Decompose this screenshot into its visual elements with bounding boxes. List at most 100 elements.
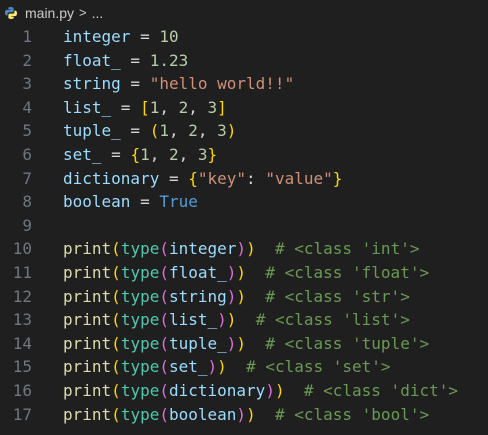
code-text: set_ = {1, 2, 3} bbox=[63, 143, 217, 167]
code-token: ( bbox=[159, 380, 169, 400]
code-text: print(type(integer)) # <class 'int'> bbox=[63, 237, 419, 261]
code-token: ) bbox=[226, 121, 237, 141]
code-token: ( bbox=[159, 357, 169, 377]
code-token: ) bbox=[236, 286, 247, 306]
code-token: integer bbox=[168, 239, 237, 259]
code-token: ( bbox=[111, 262, 121, 282]
code-token: ( bbox=[159, 262, 169, 282]
code-line[interactable]: 12 print(type(string)) # <class 'str'> bbox=[0, 285, 488, 309]
code-token: 10 bbox=[159, 27, 179, 46]
code-text: print(type(string)) # <class 'str'> bbox=[63, 285, 410, 309]
code-token: # <class 'int'> bbox=[255, 239, 420, 259]
code-token: dictionary bbox=[168, 380, 266, 400]
code-line[interactable]: 6 set_ = {1, 2, 3} bbox=[0, 143, 488, 167]
code-token: # <class 'list'> bbox=[236, 310, 410, 330]
code-line[interactable]: 15 print(type(set_)) # <class 'set'> bbox=[0, 355, 488, 379]
code-token: boolean bbox=[63, 192, 131, 212]
code-line[interactable]: 17 print(type(boolean)) # <class 'bool'> bbox=[0, 403, 488, 427]
code-token: ) bbox=[226, 333, 237, 353]
code-token: ) bbox=[236, 239, 247, 259]
code-token: , bbox=[168, 121, 189, 141]
line-number: 10 bbox=[12, 239, 32, 259]
code-token: 1 bbox=[149, 97, 160, 117]
code-token: ( bbox=[111, 357, 121, 377]
line-number: 12 bbox=[12, 286, 32, 306]
code-text: list_ = [1, 2, 3] bbox=[63, 96, 227, 120]
code-token: { bbox=[188, 168, 198, 188]
code-token: # <class 'dict'> bbox=[284, 380, 458, 400]
code-token: ) bbox=[236, 404, 247, 424]
code-line[interactable]: 3 string = "hello world!!" bbox=[0, 72, 488, 96]
code-token: 1 bbox=[140, 144, 150, 164]
code-token: , bbox=[197, 121, 218, 141]
code-line[interactable]: 5 tuple_ = (1, 2, 3) bbox=[0, 119, 488, 143]
line-number: 15 bbox=[12, 357, 32, 377]
code-token: { bbox=[130, 144, 141, 164]
code-token: ) bbox=[226, 286, 237, 306]
code-line[interactable]: 7 dictionary = {"key": "value"} bbox=[0, 167, 488, 191]
code-token: print bbox=[63, 262, 112, 282]
code-editor[interactable]: 1 integer = 10 2 float_ = 1.23 3 string = "he… bbox=[0, 25, 488, 435]
breadcrumb-file[interactable]: main.py bbox=[25, 5, 74, 21]
code-line[interactable]: 2 float_ = 1.23 bbox=[0, 49, 488, 73]
code-text: string = "hello world!!" bbox=[63, 72, 294, 96]
code-token: True bbox=[159, 192, 198, 212]
line-number: 16 bbox=[12, 380, 32, 400]
code-line[interactable]: 11 print(type(float_)) # <class 'float'> bbox=[0, 261, 488, 285]
line-number: 1 bbox=[22, 27, 32, 46]
code-token: = bbox=[130, 27, 160, 46]
code-token: ) bbox=[246, 239, 256, 259]
code-line[interactable]: 8 boolean = True bbox=[0, 190, 488, 214]
code-line[interactable]: 1 integer = 10 bbox=[0, 25, 488, 49]
code-token: ) bbox=[274, 380, 285, 400]
code-token: tuple_ bbox=[168, 333, 227, 353]
code-token: ) bbox=[236, 333, 247, 353]
code-token: ( bbox=[111, 239, 121, 259]
code-token: type bbox=[120, 380, 160, 400]
code-token: ( bbox=[159, 286, 169, 306]
code-text: print(type(list_)) # <class 'list'> bbox=[63, 308, 410, 332]
line-number: 11 bbox=[12, 262, 32, 282]
line-number: 5 bbox=[22, 121, 32, 141]
code-token: , bbox=[149, 144, 169, 164]
code-token: ) bbox=[236, 262, 247, 282]
code-text: float_ = 1.23 bbox=[63, 49, 188, 73]
code-token: ) bbox=[226, 310, 237, 330]
code-token: ( bbox=[111, 310, 121, 330]
code-token: tuple_ bbox=[63, 121, 121, 141]
python-file-icon bbox=[4, 6, 18, 20]
breadcrumb-more[interactable]: ... bbox=[92, 5, 104, 21]
code-text: print(type(float_)) # <class 'float'> bbox=[63, 261, 429, 285]
line-number: 13 bbox=[12, 310, 32, 330]
breadcrumb: main.py > ... bbox=[0, 0, 488, 25]
code-token: float_ bbox=[63, 50, 121, 70]
code-token: print bbox=[63, 357, 112, 377]
code-token: 3 bbox=[217, 121, 227, 141]
code-token: string bbox=[168, 286, 227, 306]
code-token: type bbox=[120, 310, 160, 330]
code-line[interactable]: 14 print(type(tuple_)) # <class 'tuple'> bbox=[0, 332, 488, 356]
line-number: 2 bbox=[22, 50, 32, 70]
code-token: ) bbox=[265, 380, 275, 400]
code-line[interactable]: 9 bbox=[0, 214, 488, 238]
code-token: list_ bbox=[63, 97, 112, 117]
line-number: 17 bbox=[12, 404, 32, 424]
code-token: ) bbox=[217, 357, 227, 377]
code-token: "value" bbox=[265, 168, 333, 188]
code-token: integer bbox=[63, 27, 131, 46]
code-token: ) bbox=[217, 310, 227, 330]
code-line[interactable]: 4 list_ = [1, 2, 3] bbox=[0, 96, 488, 120]
code-text: print(type(dictionary)) # <class 'dict'> bbox=[63, 379, 458, 403]
code-line[interactable]: 16 print(type(dictionary)) # <class 'dict… bbox=[0, 379, 488, 403]
code-line[interactable]: 13 print(type(list_)) # <class 'list'> bbox=[0, 308, 488, 332]
line-number: 6 bbox=[22, 144, 32, 164]
code-token: type bbox=[120, 286, 160, 306]
code-token: 1 bbox=[159, 121, 169, 141]
code-token: ( bbox=[111, 380, 121, 400]
code-text: dictionary = {"key": "value"} bbox=[63, 167, 342, 191]
line-number: 9 bbox=[22, 215, 32, 235]
code-token: ( bbox=[159, 310, 169, 330]
code-line[interactable]: 10 print(type(integer)) # <class 'int'> bbox=[0, 237, 488, 261]
code-token: ) bbox=[207, 357, 218, 377]
line-number: 7 bbox=[22, 168, 32, 188]
